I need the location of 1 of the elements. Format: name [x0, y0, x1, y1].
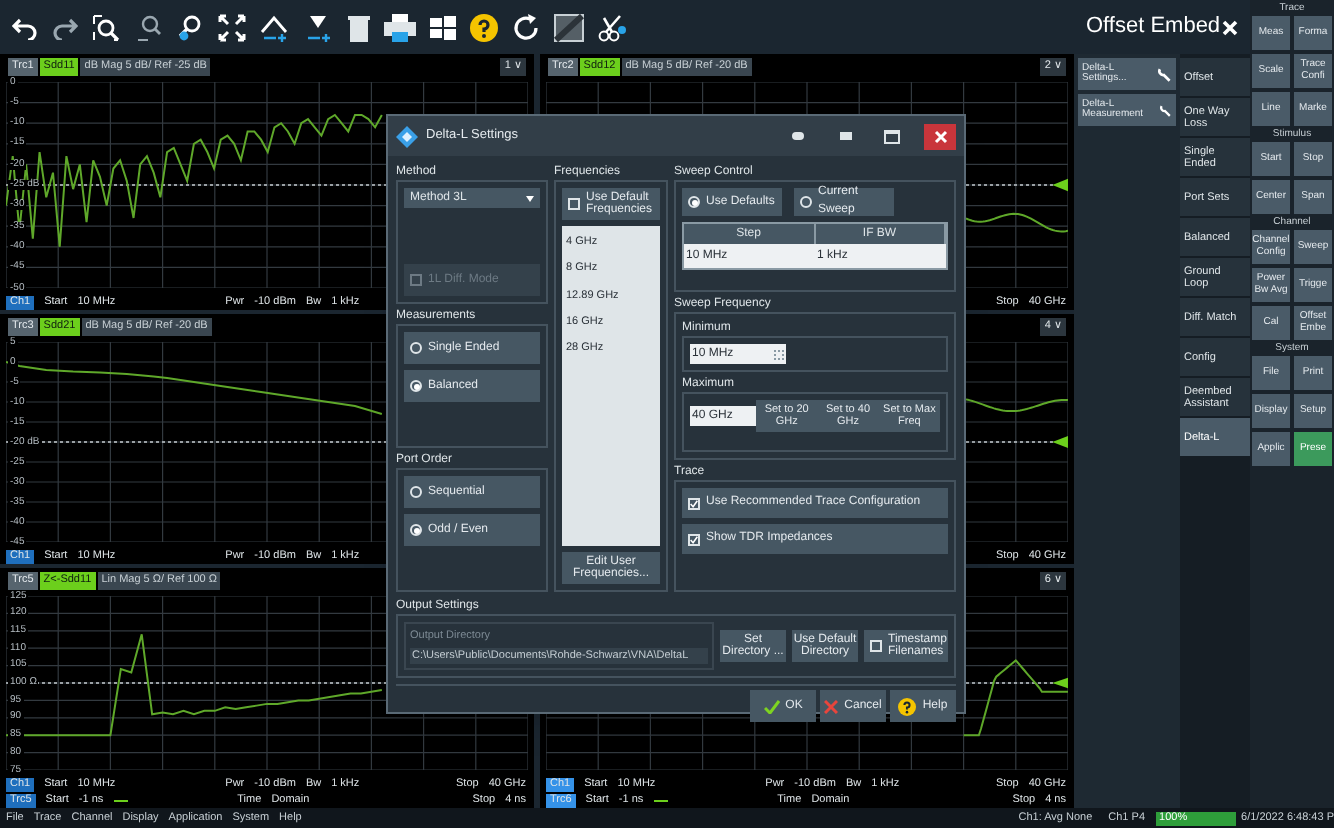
panel-title: Offset Embed [1086, 12, 1221, 43]
